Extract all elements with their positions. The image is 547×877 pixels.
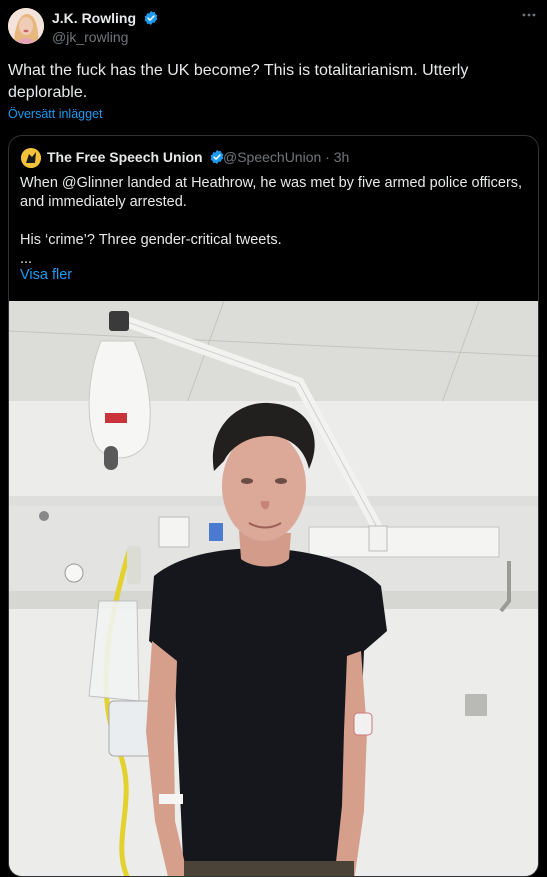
quoted-line-3: ... — [20, 251, 33, 267]
quoted-timestamp[interactable]: 3h — [334, 149, 350, 165]
quoted-photo[interactable] — [9, 301, 538, 876]
meta-separator: · — [325, 149, 330, 165]
more-horizontal-icon[interactable] — [520, 6, 538, 24]
translate-post-link[interactable]: Översätt inlägget — [8, 106, 103, 122]
quoted-line-2: His ‘crime’? Three gender-critical tweet… — [20, 232, 282, 248]
quoted-line-1: When @Glinner landed at Heathrow, he was… — [20, 175, 523, 210]
quoted-author-avatar[interactable] — [21, 148, 41, 168]
quoted-author-meta[interactable]: @SpeechUnion · 3h — [223, 149, 349, 166]
author-handle[interactable]: @jk_rowling — [52, 29, 128, 45]
tweet-text: What the fuck has the UK become? This is… — [8, 62, 469, 101]
quoted-tweet-card[interactable]: The Free Speech Union @SpeechUnion · 3h … — [8, 135, 539, 877]
quoted-author-name[interactable]: The Free Speech Union — [47, 149, 203, 165]
tweet: J.K. Rowling @jk_rowling What the fuck h… — [0, 0, 547, 877]
quoted-author-handle[interactable]: @SpeechUnion — [223, 149, 321, 165]
show-more-link[interactable]: Visa fler — [20, 266, 72, 284]
quoted-tweet-text: When @Glinner landed at Heathrow, he was… — [20, 174, 530, 269]
verified-badge-icon — [144, 11, 158, 25]
author-avatar[interactable] — [8, 8, 44, 44]
author-name[interactable]: J.K. Rowling — [52, 10, 136, 26]
quoted-author-name-row[interactable]: The Free Speech Union — [47, 149, 225, 166]
author-name-row[interactable]: J.K. Rowling — [52, 10, 159, 26]
